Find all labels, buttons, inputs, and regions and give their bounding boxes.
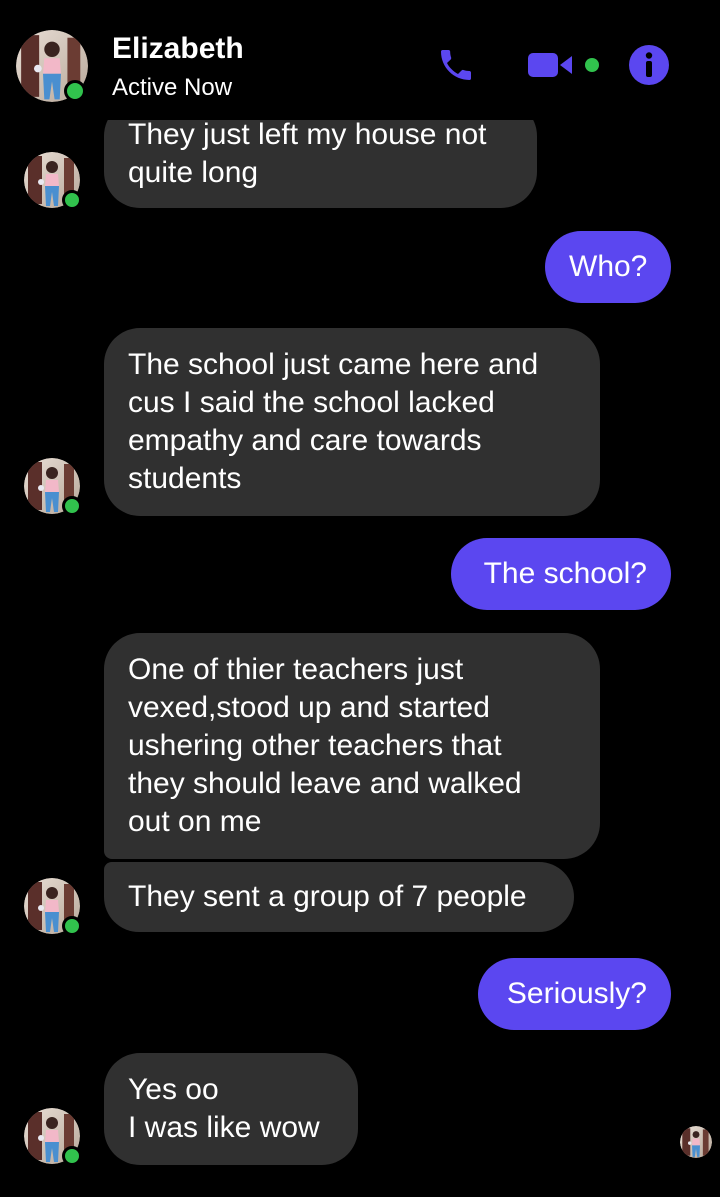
online-indicator — [62, 496, 82, 516]
video-call-button[interactable] — [522, 40, 606, 90]
message-text-line: Yes oo — [128, 1073, 219, 1106]
online-indicator — [62, 1146, 82, 1166]
message-text-line: The school just came here and — [128, 348, 539, 381]
message-text-line: I was like wow — [128, 1111, 320, 1144]
video-camera-icon — [528, 53, 599, 77]
sender-avatar[interactable] — [24, 458, 82, 516]
outgoing-message[interactable]: Seriously? — [478, 958, 671, 1030]
active-status: Active Now — [112, 74, 233, 101]
message-text-line: they should leave and walked — [128, 767, 522, 800]
online-indicator — [62, 190, 82, 210]
info-icon — [629, 45, 669, 85]
conversation-header: Elizabeth Active Now — [0, 0, 720, 120]
message-text-line: cus I said the school lacked — [128, 386, 495, 419]
outgoing-message[interactable]: The school? — [451, 538, 671, 610]
message-text-line: Seriously? — [506, 977, 647, 1010]
outgoing-message[interactable]: Who? — [545, 231, 671, 303]
contact-name[interactable]: Elizabeth — [112, 32, 244, 66]
message-text-line: Who? — [569, 250, 648, 283]
sender-avatar[interactable] — [24, 152, 82, 210]
incoming-message[interactable]: The school just came here and cus I said… — [104, 328, 600, 516]
incoming-message[interactable]: Yes oo I was like wow — [104, 1053, 358, 1165]
message-text-line: empathy and care towards — [128, 424, 482, 457]
message-text-line: The school? — [483, 557, 647, 590]
message-text-line: students — [128, 462, 242, 495]
message-text-line: They just left my house not — [128, 118, 487, 151]
online-indicator — [64, 80, 86, 102]
message-text-line: quite long — [128, 156, 259, 189]
seen-receipt-avatar — [680, 1126, 712, 1158]
phone-icon — [441, 50, 471, 80]
message-text-line: vexed,stood up and started — [128, 691, 490, 724]
message-text-line: They sent a group of 7 people — [128, 880, 527, 913]
message-text-line: out on me — [128, 805, 262, 838]
sender-avatar[interactable] — [24, 878, 82, 936]
audio-call-button[interactable] — [430, 40, 482, 90]
incoming-message[interactable]: They sent a group of 7 people — [104, 862, 574, 932]
incoming-message[interactable]: One of thier teachers just vexed,stood u… — [104, 633, 600, 859]
info-button[interactable] — [624, 40, 674, 90]
online-indicator — [62, 916, 82, 936]
message-text-line: ushering other teachers that — [128, 729, 502, 762]
message-text-line: One of thier teachers just — [128, 653, 464, 686]
sender-avatar[interactable] — [24, 1108, 82, 1166]
